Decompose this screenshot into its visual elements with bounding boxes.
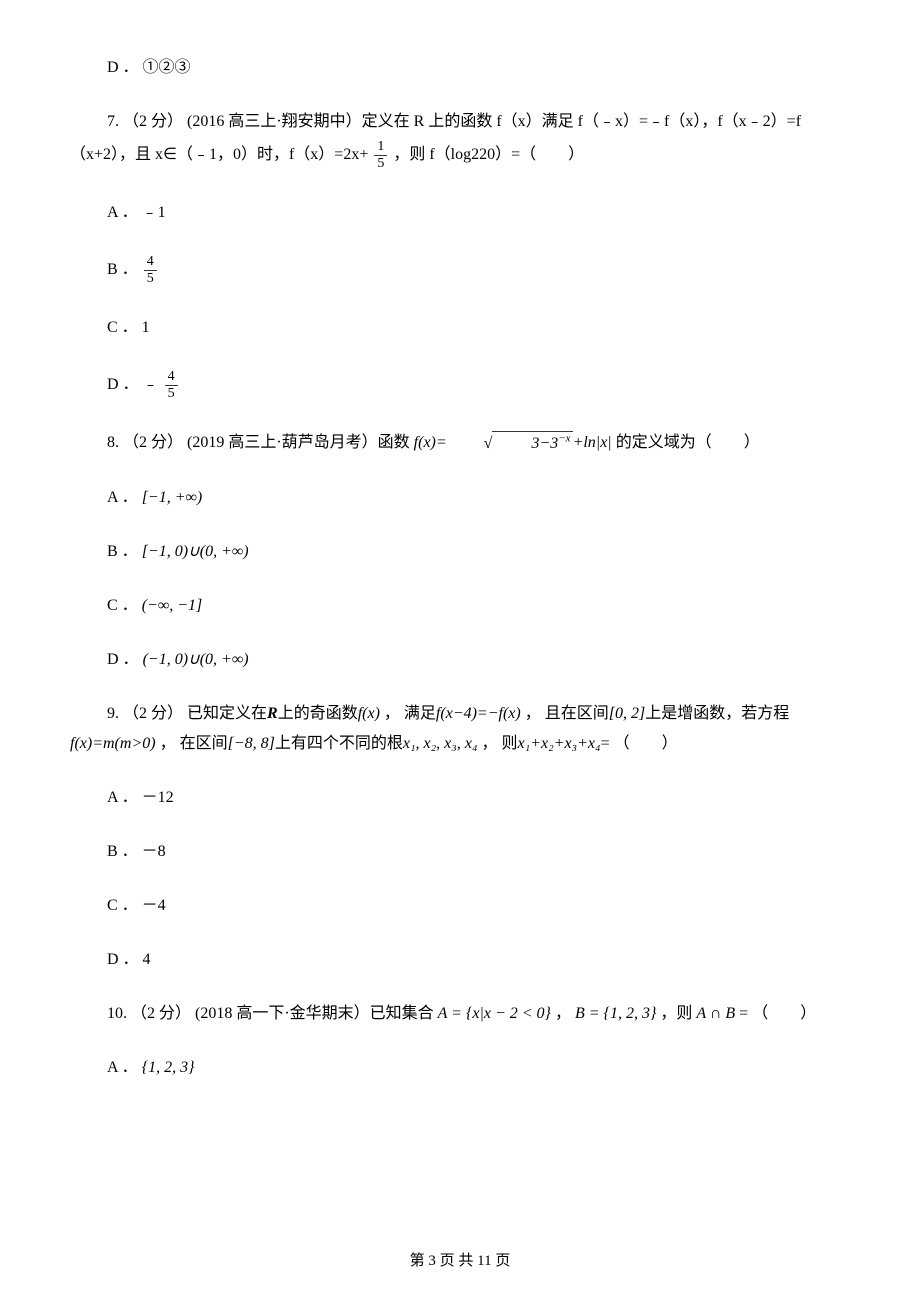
q10-line-b: ，则 [660,1005,696,1022]
q10-line: 10. （2 分） (2018 高一下·金华期末）已知集合 A = {x|x −… [70,1002,850,1026]
q9-l2-d: ， 则 [478,735,518,752]
q8-a-expr: [−1, +∞) [142,489,203,506]
q7-b-num: 4 [144,255,157,271]
q9-option-b: B ． －8 [70,840,850,864]
q9-l1-d: ， 且在区间 [521,705,609,722]
q9-option-d: D ． 4 [70,948,850,972]
q10-a-expr: {1, 2, 3} [142,1059,195,1076]
question-10: 10. （2 分） (2018 高一下·金华期末）已知集合 A = {x|x −… [70,1002,850,1026]
q8-option-a: A ． [−1, +∞) [70,486,850,510]
question-8: 8. （2 分） (2019 高三上·葫芦岛月考）函数 f(x)=√3−3−x+… [70,431,850,456]
q7-d-den: 5 [165,386,178,401]
q7-option-a: A ． ﹣1 [70,201,850,225]
q7-option-c: C ． 1 [70,316,850,340]
sqrt-icon: √3−3−x [447,431,573,456]
q8-a-label: A ． [107,489,142,506]
q7-option-d: D ． ﹣ 4 5 [70,370,850,401]
q7-d-frac: 4 5 [165,370,178,401]
q7-frac-1-5: 1 5 [374,140,387,171]
q8-sqrt-inner: 3−3 [531,435,558,452]
q10-A-expr: A = {x|x − 2 < 0} [438,1005,551,1022]
q7-option-b: B ． 4 5 [70,255,850,286]
q10-sep: ， [555,1005,575,1022]
q7-line2: （x+2），且 x∈（﹣1，0）时，f（x）=2x+ 1 5 ，则 f（log2… [70,140,850,171]
q7-line2-a: （x+2），且 x∈（﹣1，0）时，f（x）=2x+ [70,146,372,163]
q9-l2-e: = （ ） [601,735,678,752]
q8-b-label: B ． [107,543,142,560]
q7-b-label: B ． [107,261,142,278]
question-9: 9. （2 分） 已知定义在R上的奇函数f(x) ， 满足f(x−4)=−f(x… [70,702,850,756]
q7-d-label: D ． ﹣ [107,376,163,393]
q8-option-d: D ． (−1, 0)∪(0, +∞) [70,648,850,672]
q7-d-num: 4 [165,370,178,386]
q7-line2-b: ，则 f（log220）=（ ） [393,146,584,163]
q9-int02: [0, 2] [609,705,645,722]
q10-line-a: 10. （2 分） (2018 高一下·金华期末）已知集合 [107,1005,438,1022]
q8-func-expr: f(x)=√3−3−x+ln|x| [414,434,616,451]
q9-fx: f(x) [358,705,380,722]
q8-line: 8. （2 分） (2019 高三上·葫芦岛月考）函数 f(x)=√3−3−x+… [70,431,850,456]
q7-b-den: 5 [144,271,157,286]
q9-l2-b: ， 在区间 [156,735,228,752]
q9-line2: f(x)=m(m>0) ， 在区间[−8, 8]上有四个不同的根x₁, x₂, … [70,732,850,756]
q9-l1-a: 9. （2 分） 已知定义在 [107,705,267,722]
q9-l2-c: 上有四个不同的根 [275,735,403,752]
q8-b-expr: [−1, 0)∪(0, +∞) [142,543,249,560]
q7-b-frac: 4 5 [144,255,157,286]
q9-eq: f(x)=m(m>0) [70,735,156,752]
q8-plus: +ln|x| [573,434,612,451]
q9-l1-b: 上的奇函数 [278,705,358,722]
q10-a-label: A ． [107,1059,142,1076]
question-7: 7. （2 分） (2016 高三上·翔安期中）定义在 R 上的函数 f（x）满… [70,110,850,171]
q8-c-expr: (−∞, −1] [142,597,203,614]
q9-option-a: A ． －12 [70,786,850,810]
q9-l1-c: ， 满足 [380,705,436,722]
q8-option-c: C ． (−∞, −1] [70,594,850,618]
q9-fxm4: f(x−4)=−f(x) [436,705,521,722]
q9-line1: 9. （2 分） 已知定义在R上的奇函数f(x) ， 满足f(x−4)=−f(x… [70,702,850,726]
q9-l1-e: 上是增函数，若方程 [645,705,789,722]
q9-sum: x₁+x₂+x₃+x₄ [518,735,601,752]
q10-AB: A ∩ B [696,1005,735,1022]
q8-line-b: 的定义域为（ ） [616,434,760,451]
page-footer: 第 3 页 共 11 页 [0,1250,920,1273]
q8-fx: f(x)= [414,434,447,451]
page: D ． ①②③ 7. （2 分） (2016 高三上·翔安期中）定义在 R 上的… [0,0,920,1302]
q8-sqrt-exp: −x [558,433,570,445]
q10-option-a: A ． {1, 2, 3} [70,1056,850,1080]
q9-R: R [267,705,278,722]
q8-line-a: 8. （2 分） (2019 高三上·葫芦岛月考）函数 [107,434,414,451]
q7-frac-num: 1 [374,140,387,156]
q8-d-expr: (−1, 0)∪(0, +∞) [143,651,249,668]
q7-frac-den: 5 [374,156,387,171]
q8-d-label: D ． [107,651,143,668]
q7-line1: 7. （2 分） (2016 高三上·翔安期中）定义在 R 上的函数 f（x）满… [70,110,850,134]
q9-int88: [−8, 8] [228,735,275,752]
q9-option-c: C ． －4 [70,894,850,918]
q8-c-label: C ． [107,597,142,614]
q10-B-expr: B = {1, 2, 3} [575,1005,656,1022]
option-d-previous: D ． ①②③ [70,56,850,80]
q9-roots: x₁, x₂, x₃, x₄ [403,735,478,752]
q8-option-b: B ． [−1, 0)∪(0, +∞) [70,540,850,564]
q10-line-c: = （ ） [739,1005,816,1022]
